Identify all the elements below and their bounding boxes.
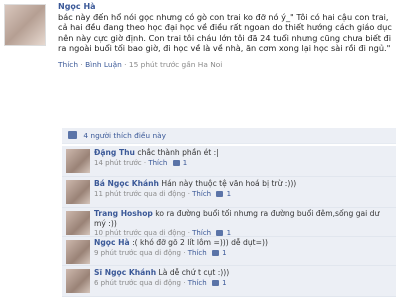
comment-time[interactable]: 10 phút trước qua di động (94, 229, 185, 237)
commenter-avatar[interactable] (66, 149, 90, 173)
separator: · (187, 189, 190, 198)
comment-meta: 9 phút trước qua di động · Thích 1 (94, 249, 227, 257)
comment-item: Sĩ Ngọc Khánh Là dễ chứ t cụt :))) 6 phú… (62, 266, 396, 297)
comment-like-count[interactable]: 1 (227, 229, 231, 237)
comment-like-link[interactable]: Thích (188, 249, 207, 257)
thumbs-up-icon (211, 279, 219, 286)
comment-item: Bá Ngọc Khánh Hán này thuộc tệ văn hoá b… (62, 177, 396, 208)
post-timestamp[interactable]: 15 phút trước gần Ha Noi (129, 60, 222, 69)
separator: · (187, 229, 190, 238)
thumbs-up-icon (216, 190, 224, 197)
commenter-name[interactable]: Sĩ Ngọc Khánh (94, 268, 156, 277)
like-link[interactable]: Thích (58, 60, 78, 69)
comment-body: Trang Hoshop ko ra đường buổi tối nhưng … (94, 209, 392, 239)
commenter-avatar[interactable] (66, 211, 90, 235)
commenter-name[interactable]: Bá Ngọc Khánh (94, 179, 159, 188)
comment-text: chắc thành phần ét :| (137, 148, 219, 157)
comment-body: Đặng Thu chắc thành phần ét :| 14 phút t… (94, 148, 392, 168)
likes-summary: 4 người thích điều này (62, 128, 396, 144)
post-body: Ngọc Hà bác này đến hổ nói gọc nhưng có … (58, 2, 396, 69)
thumbs-up-icon (172, 159, 180, 166)
comment-link[interactable]: Bình Luận (85, 60, 122, 69)
comment-like-link[interactable]: Thích (148, 159, 167, 167)
comment-like-count[interactable]: 1 (222, 279, 226, 287)
comment-meta: 10 phút trước qua di động · Thích 1 (94, 229, 231, 237)
commenter-avatar[interactable] (66, 269, 90, 293)
separator: · (183, 278, 186, 287)
commenter-name[interactable]: Ngọc Hà (94, 238, 130, 247)
separator: · (80, 59, 83, 69)
comment-body: Bá Ngọc Khánh Hán này thuộc tệ văn hoá b… (94, 179, 392, 199)
separator: · (124, 59, 127, 69)
comment-time[interactable]: 9 phút trước qua di động (94, 249, 181, 257)
post-author-avatar[interactable] (4, 4, 46, 46)
comment-like-count[interactable]: 1 (227, 190, 231, 198)
thumbs-up-icon (216, 230, 224, 237)
commenter-name[interactable]: Đặng Thu (94, 148, 135, 157)
comment-text: Hán này thuộc tệ văn hoá bị trừ :))) (161, 179, 297, 188)
comment-meta: 6 phút trước qua di động · Thích 1 (94, 279, 227, 287)
thumbs-up-icon (68, 131, 77, 139)
comment-body: Ngọc Hà :( khó đỡ gõ 2 lít lôm =))) dễ d… (94, 238, 392, 258)
comment-item: Ngọc Hà :( khó đỡ gõ 2 lít lôm =))) dễ d… (62, 237, 396, 266)
facebook-post: Ngọc Hà bác này đến hổ nói gọc nhưng có … (0, 0, 400, 298)
comment-time[interactable]: 6 phút trước qua di động (94, 279, 181, 287)
comment-time[interactable]: 11 phút trước qua di động (94, 190, 185, 198)
comment-time[interactable]: 14 phút trước (94, 159, 142, 167)
post-author-name[interactable]: Ngọc Hà (58, 2, 396, 12)
commenter-name[interactable]: Trang Hoshop (94, 209, 153, 218)
comment-item: Trang Hoshop ko ra đường buổi tối nhưng … (62, 208, 396, 237)
comment-item: Đặng Thu chắc thành phần ét :| 14 phút t… (62, 146, 396, 177)
comment-like-count[interactable]: 1 (222, 249, 226, 257)
comment-like-link[interactable]: Thích (192, 229, 211, 237)
commenter-avatar[interactable] (66, 240, 90, 264)
comment-body: Sĩ Ngọc Khánh Là dễ chứ t cụt :))) 6 phú… (94, 268, 392, 288)
comment-like-count[interactable]: 1 (183, 159, 187, 167)
separator: · (183, 248, 186, 257)
comment-text: Là dễ chứ t cụt :))) (158, 268, 230, 277)
post-actions: Thích · Bình Luận · 15 phút trước gần Ha… (58, 60, 396, 69)
separator: · (143, 158, 147, 167)
thumbs-up-icon (211, 249, 219, 256)
comment-like-link[interactable]: Thích (192, 190, 211, 198)
commenter-avatar[interactable] (66, 180, 90, 204)
comment-text: :( khó đỡ gõ 2 lít lôm =))) dễ dụt=)) (132, 238, 268, 247)
comment-meta: 11 phút trước qua di động · Thích 1 (94, 190, 231, 198)
post-text: bác này đến hổ nói gọc nhưng có gò con t… (58, 12, 392, 54)
comment-like-link[interactable]: Thích (188, 279, 207, 287)
comment-meta: 14 phút trước · Thích 1 (94, 159, 187, 167)
likes-count-link[interactable]: 4 người thích điều này (83, 131, 166, 140)
